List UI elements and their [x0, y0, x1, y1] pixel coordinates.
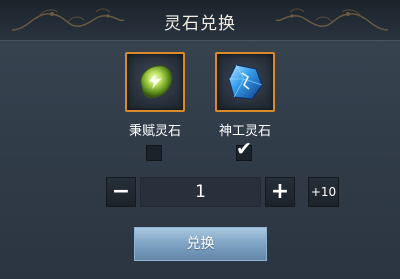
- item-frame[interactable]: [125, 52, 185, 112]
- spirit-stone-exchange-panel: 灵石兑换 秉赋灵石 神工灵石 ✔ − 1 + +10 兑换: [0, 0, 400, 279]
- increase-by-ten-button[interactable]: +10: [308, 177, 339, 207]
- right-ornament-icon: [275, 8, 389, 31]
- item-slot-shengong-stone[interactable]: 神工灵石 ✔: [213, 52, 277, 161]
- checkmark-icon: ✔: [236, 138, 252, 160]
- increase-quantity-button[interactable]: +: [265, 177, 295, 207]
- quantity-field[interactable]: 1: [140, 177, 261, 207]
- blue-spirit-stone-icon: [228, 64, 263, 100]
- exchange-button[interactable]: 兑换: [134, 227, 267, 261]
- panel-header: 灵石兑换: [0, 0, 400, 41]
- item-label: 秉赋灵石: [128, 124, 181, 139]
- select-checkbox-bingfu[interactable]: [146, 145, 162, 161]
- item-label: 神工灵石: [218, 124, 271, 139]
- select-checkbox-shengong[interactable]: ✔: [236, 140, 252, 161]
- item-slot-bingfu-stone[interactable]: 秉赋灵石: [123, 52, 187, 161]
- decrease-quantity-button[interactable]: −: [106, 177, 136, 207]
- green-spirit-stone-icon: [140, 65, 173, 98]
- item-frame[interactable]: [215, 52, 275, 112]
